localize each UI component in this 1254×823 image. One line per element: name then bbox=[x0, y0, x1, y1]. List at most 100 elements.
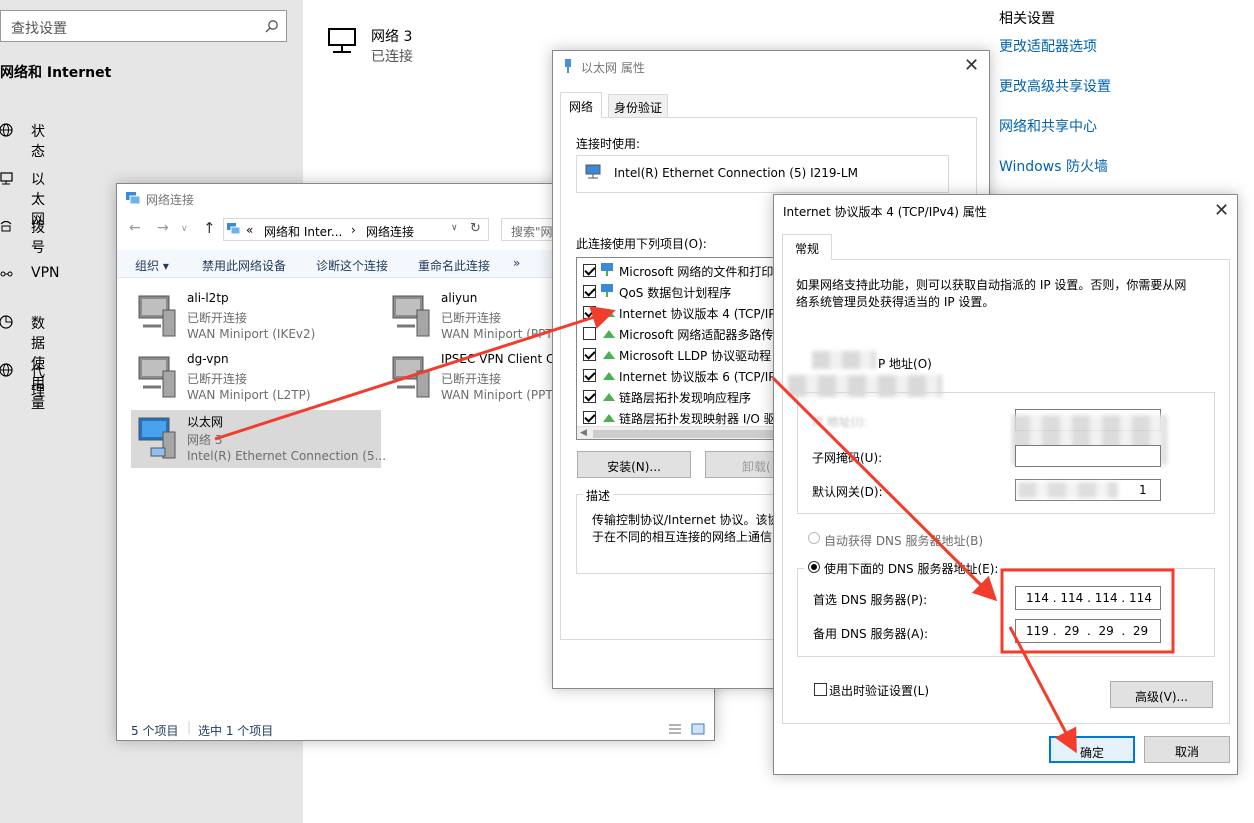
network-name: 网络 3 bbox=[371, 29, 413, 45]
connection-item-ethernet[interactable]: 以太网 网络 3 Intel(R) Ethernet Connection (5… bbox=[131, 410, 386, 468]
connect-using-label: 连接时使用: bbox=[576, 137, 641, 151]
nav-label: 代理 bbox=[31, 364, 45, 400]
manual-dns-radio[interactable] bbox=[808, 561, 820, 573]
link-firewall[interactable]: Windows 防火墙 bbox=[999, 156, 1108, 176]
more-commands-button[interactable]: » bbox=[513, 256, 520, 270]
diagnose-button[interactable]: 诊断这个连接 bbox=[316, 257, 388, 274]
component-checkbox[interactable] bbox=[583, 327, 596, 340]
component-checkbox[interactable] bbox=[583, 306, 596, 319]
section-title: 网络和 Internet bbox=[0, 65, 112, 81]
link-sharing-options[interactable]: 更改高级共享设置 bbox=[999, 76, 1111, 96]
tiles-view-icon[interactable] bbox=[691, 723, 705, 735]
install-button[interactable]: 安装(N)... bbox=[577, 451, 691, 478]
component-checkbox[interactable] bbox=[583, 369, 596, 382]
disable-device-button[interactable]: 禁用此网络设备 bbox=[202, 257, 286, 274]
client-service-icon bbox=[601, 284, 613, 297]
connection-item[interactable]: ali-l2tp 已断开连接 WAN Miniport (IKEv2) bbox=[131, 288, 381, 346]
globe-icon bbox=[0, 363, 13, 377]
preferred-dns-value: 114 . 114 . 114 . 114 bbox=[1026, 591, 1152, 605]
intro-text-line: 络系统管理员处获得适当的 IP 设置。 bbox=[796, 295, 995, 309]
tab-network[interactable]: 网络 bbox=[560, 92, 602, 118]
default-gateway-label: 默认网关(D): bbox=[812, 485, 883, 499]
breadcrumb-chevron[interactable]: « bbox=[246, 223, 253, 237]
address-dropdown-icon[interactable]: ∨ bbox=[451, 223, 458, 233]
component-label: 链路层拓扑发现映射器 I/O 驱 bbox=[619, 412, 776, 426]
search-placeholder: 搜索"网 bbox=[511, 225, 553, 239]
address-bar[interactable]: « 网络和 Inter... › 网络连接 ∨ ↻ bbox=[223, 218, 489, 241]
component-label: 链路层拓扑发现响应程序 bbox=[619, 391, 752, 405]
rename-button[interactable]: 重命名此连接 bbox=[418, 257, 490, 274]
validate-on-exit-label: 退出时验证设置(L) bbox=[829, 684, 930, 698]
connection-device: WAN Miniport (PPT bbox=[441, 327, 553, 341]
details-view-icon[interactable] bbox=[668, 723, 682, 735]
manual-dns-label: 使用下面的 DNS 服务器地址(E): bbox=[824, 562, 999, 576]
forward-button[interactable]: → bbox=[157, 220, 169, 236]
subnet-mask-field[interactable] bbox=[1015, 445, 1161, 467]
component-label: QoS 数据包计划程序 bbox=[619, 286, 732, 300]
description-text-line: 传输控制协议/Internet 协议。该协 bbox=[592, 513, 780, 527]
connection-device: Intel(R) Ethernet Connection (5... bbox=[187, 449, 387, 463]
auto-dns-radio[interactable] bbox=[808, 532, 820, 544]
use-ip-option-label: P 地址(O) bbox=[878, 357, 932, 371]
recent-dropdown-icon[interactable]: ∨ bbox=[181, 224, 188, 234]
refresh-icon[interactable]: ↻ bbox=[470, 221, 481, 236]
connection-name: ali-l2tp bbox=[187, 291, 229, 305]
window-title: 网络连接 bbox=[146, 193, 195, 207]
connection-device: WAN Miniport (PPT bbox=[441, 388, 553, 402]
preferred-dns-label: 首选 DNS 服务器(P): bbox=[813, 593, 928, 607]
organize-button[interactable]: 组织 ▾ bbox=[135, 257, 169, 274]
nav-label: VPN bbox=[31, 265, 60, 281]
breadcrumb-network-connections[interactable]: 网络连接 bbox=[366, 223, 414, 240]
close-icon[interactable]: ✕ bbox=[1214, 200, 1229, 221]
redacted-region bbox=[1018, 482, 1118, 498]
connection-item[interactable]: IPSEC VPN Client C 已断开连接 WAN Miniport (P… bbox=[385, 349, 559, 407]
ethernet-icon bbox=[0, 172, 13, 185]
alternate-dns-value: 119 . 29 . 29 . 29 bbox=[1026, 624, 1149, 638]
computer-network-icon bbox=[392, 295, 430, 337]
component-checkbox[interactable] bbox=[583, 411, 596, 424]
connection-item[interactable]: aliyun 已断开连接 WAN Miniport (PPT bbox=[385, 288, 559, 346]
components-list[interactable]: Microsoft 网络的文件和打印 QoS 数据包计划程序 Internet … bbox=[576, 257, 788, 440]
up-button[interactable]: ↑ bbox=[203, 219, 216, 237]
breadcrumb-network-internet[interactable]: 网络和 Inter... bbox=[264, 223, 342, 240]
back-button[interactable]: ← bbox=[129, 220, 141, 236]
tab-authentication[interactable]: 身份验证 bbox=[608, 94, 668, 117]
adapter-box: Intel(R) Ethernet Connection (5) I219-LM bbox=[576, 155, 949, 193]
link-adapter-options[interactable]: 更改适配器选项 bbox=[999, 36, 1097, 56]
link-sharing-center[interactable]: 网络和共享中心 bbox=[999, 116, 1097, 136]
close-icon[interactable]: ✕ bbox=[964, 55, 979, 76]
connection-item[interactable]: dg-vpn 已断开连接 WAN Miniport (L2TP) bbox=[131, 349, 381, 407]
connection-name: dg-vpn bbox=[187, 352, 229, 366]
component-label: Microsoft 网络的文件和打印 bbox=[619, 265, 774, 279]
settings-search-input[interactable]: 查找设置 bbox=[0, 10, 287, 42]
alternate-dns-field[interactable]: 119 . 29 . 29 . 29 bbox=[1015, 619, 1161, 643]
related-settings-title: 相关设置 bbox=[999, 11, 1055, 27]
component-checkbox[interactable] bbox=[583, 390, 596, 403]
advanced-button[interactable]: 高级(V)... bbox=[1110, 681, 1213, 708]
data-usage-icon bbox=[0, 315, 13, 329]
search-icon bbox=[265, 20, 278, 33]
dialog-title: Internet 协议版本 4 (TCP/IPv4) 属性 bbox=[783, 205, 987, 219]
horizontal-scrollbar[interactable]: ◀ bbox=[577, 426, 787, 439]
validate-on-exit-checkbox[interactable] bbox=[814, 683, 827, 696]
globe-icon bbox=[0, 123, 13, 137]
client-service-icon bbox=[601, 263, 613, 276]
connection-device: WAN Miniport (IKEv2) bbox=[187, 327, 316, 341]
cancel-button[interactable]: 取消 bbox=[1144, 736, 1230, 763]
network-status: 已连接 bbox=[371, 49, 413, 65]
preferred-dns-field[interactable]: 114 . 114 . 114 . 114 bbox=[1015, 586, 1161, 610]
scroll-left-icon[interactable]: ◀ bbox=[580, 428, 587, 438]
component-checkbox[interactable] bbox=[583, 348, 596, 361]
component-checkbox[interactable] bbox=[583, 285, 596, 298]
protocol-icon bbox=[603, 372, 615, 380]
ok-button[interactable]: 确定 bbox=[1049, 736, 1135, 763]
network-folder-icon bbox=[227, 223, 241, 235]
tab-general[interactable]: 常规 bbox=[782, 234, 832, 260]
component-label: Internet 协议版本 6 (TCP/IP bbox=[619, 370, 776, 384]
scrollbar-thumb[interactable] bbox=[593, 430, 773, 438]
nav-label: 状态 bbox=[31, 124, 45, 160]
component-checkbox[interactable] bbox=[583, 264, 596, 277]
dns-group bbox=[797, 568, 1215, 657]
adapter-name: Intel(R) Ethernet Connection (5) I219-LM bbox=[614, 166, 858, 180]
status-item-count: 5 个项目 bbox=[131, 724, 179, 738]
